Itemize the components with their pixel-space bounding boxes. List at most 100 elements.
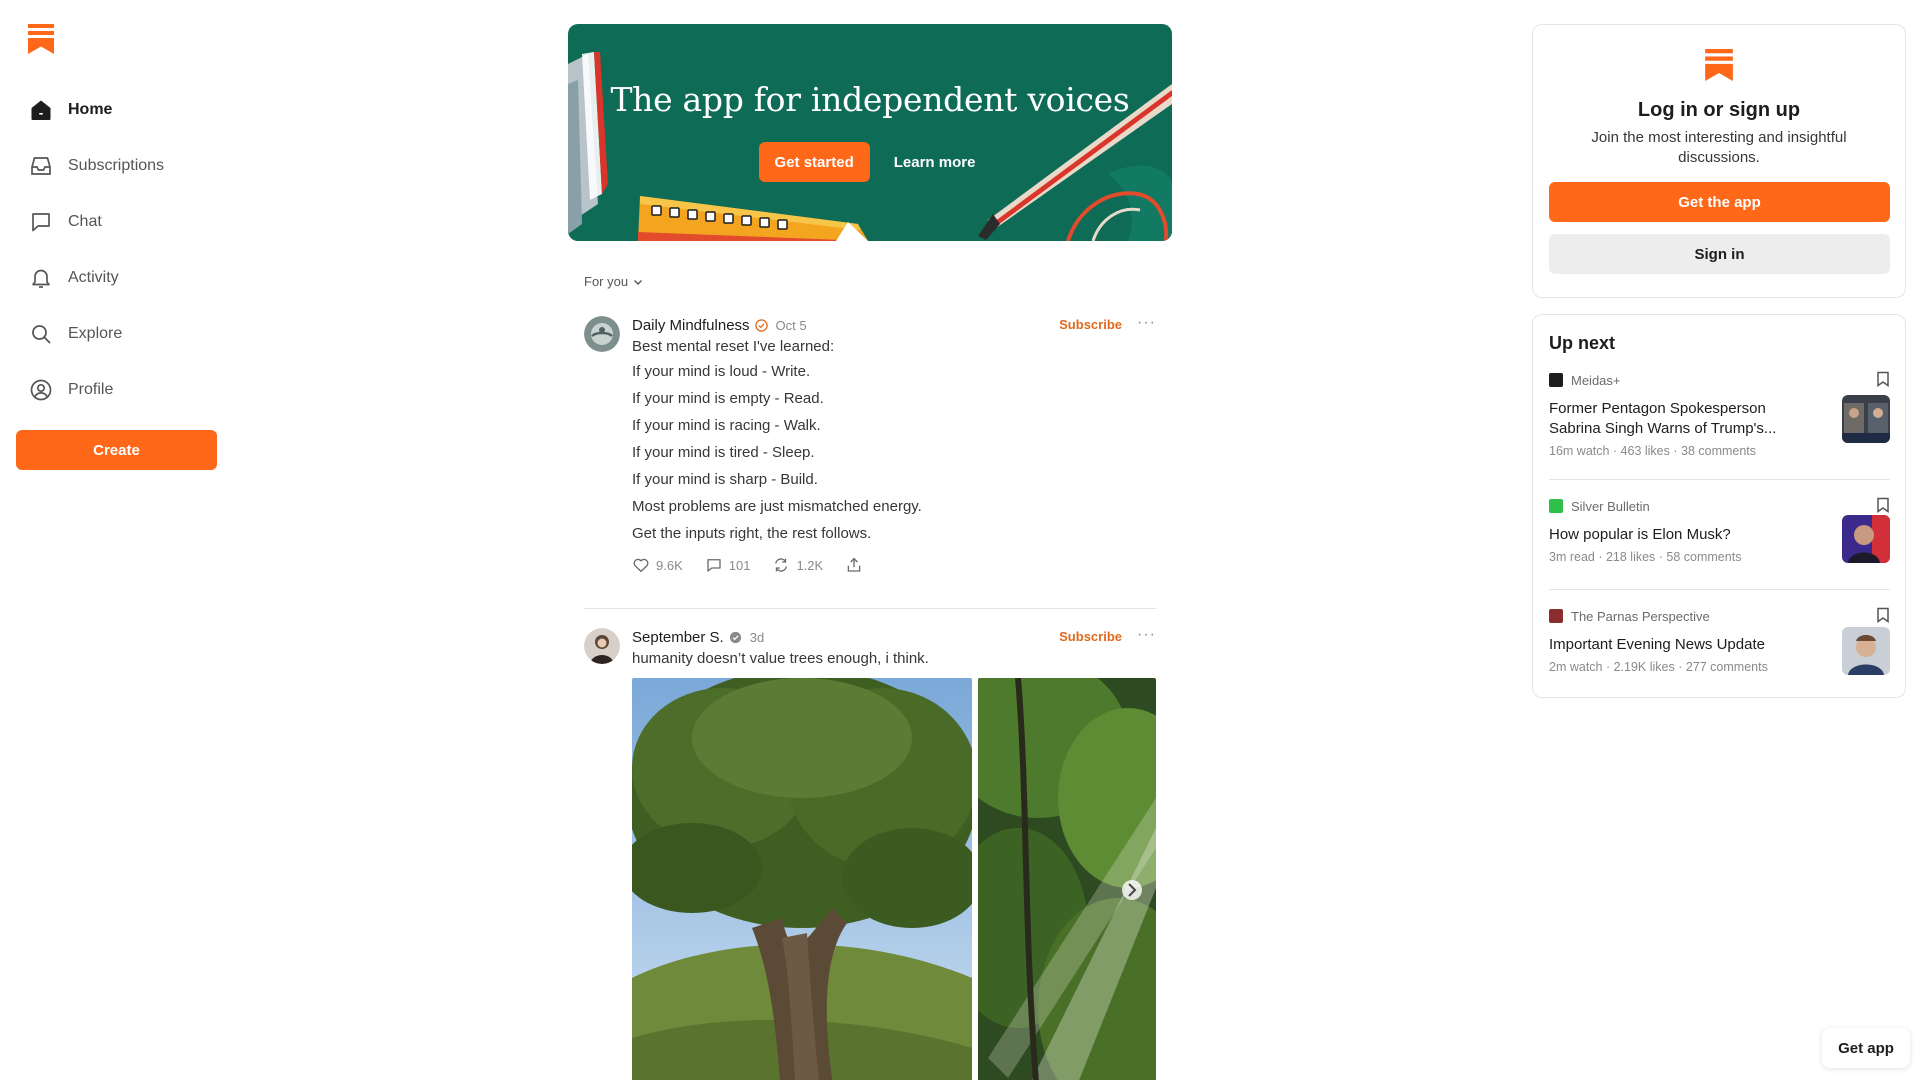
restack-button[interactable]: 1.2K bbox=[772, 556, 823, 574]
bell-icon bbox=[28, 265, 54, 291]
post-text-line: If your mind is loud - Write. bbox=[632, 363, 811, 380]
nav-profile[interactable]: Profile bbox=[16, 362, 216, 418]
publication[interactable]: Meidas+ bbox=[1549, 371, 1890, 389]
nav-activity[interactable]: Activity bbox=[16, 250, 216, 306]
post-text-line: If your mind is empty - Read. bbox=[632, 390, 824, 407]
verified-badge-icon bbox=[729, 631, 742, 644]
silver-bulletin-logo-icon bbox=[1549, 499, 1563, 513]
post-text-line: If your mind is tired - Sleep. bbox=[632, 444, 815, 461]
comment-button[interactable]: 101 bbox=[705, 556, 751, 574]
nav-chat-label: Chat bbox=[68, 213, 102, 230]
promo-banner: The app for independent voices Get start… bbox=[568, 24, 1172, 241]
post-date: 3d bbox=[749, 629, 765, 645]
create-button[interactable]: Create bbox=[16, 430, 217, 470]
nav-home-label: Home bbox=[68, 101, 113, 118]
inbox-icon bbox=[28, 153, 54, 179]
nav-explore[interactable]: Explore bbox=[16, 306, 216, 362]
up-next-item-meta: 2m watch · 2.19K likes · 277 comments bbox=[1549, 660, 1768, 674]
up-next-item[interactable]: The Parnas Perspective Important Evening… bbox=[1549, 607, 1890, 675]
left-sidebar: Home Subscriptions Chat Activity Explore bbox=[0, 0, 232, 1080]
login-card: Log in or sign up Join the most interest… bbox=[1532, 24, 1906, 298]
post-body: Daily Mindfulness Oct 5 Subscribe ··· Be… bbox=[632, 314, 1156, 577]
nav-chat[interactable]: Chat bbox=[16, 194, 216, 250]
up-next-divider bbox=[1549, 589, 1890, 590]
up-next-item-title: Important Evening News Update bbox=[1549, 636, 1765, 653]
nav-home[interactable]: Home bbox=[16, 82, 216, 138]
learn-more-button[interactable]: Learn more bbox=[884, 142, 986, 182]
up-next-item-title: Former Pentagon Spokesperson Sabrina Sin… bbox=[1549, 400, 1777, 437]
nav-activity-label: Activity bbox=[68, 269, 119, 286]
bookmark-icon[interactable] bbox=[1876, 371, 1890, 392]
post-text-line: If your mind is racing - Walk. bbox=[632, 417, 821, 434]
up-next-title: Up next bbox=[1549, 333, 1616, 353]
post-actions: 9.6K 101 1.2K bbox=[632, 553, 1156, 577]
bookmark-icon[interactable] bbox=[1876, 607, 1890, 628]
nav-subscriptions[interactable]: Subscriptions bbox=[16, 138, 216, 194]
more-options-icon[interactable]: ··· bbox=[1137, 626, 1156, 644]
banner-actions: Get started Learn more bbox=[568, 142, 1172, 182]
author-avatar[interactable] bbox=[584, 316, 620, 352]
post-text-line: Most problems are just mismatched energy… bbox=[632, 498, 922, 515]
like-count: 9.6K bbox=[656, 557, 683, 573]
publication[interactable]: Silver Bulletin bbox=[1549, 497, 1890, 515]
meidas-logo-icon bbox=[1549, 373, 1563, 387]
up-next-item-meta: 3m read · 218 likes · 58 comments bbox=[1549, 550, 1742, 564]
up-next-item-meta: 16m watch · 463 likes · 38 comments bbox=[1549, 444, 1757, 458]
comment-icon bbox=[707, 559, 721, 572]
nav-profile-label: Profile bbox=[68, 381, 114, 398]
feed-filter-label: For you bbox=[584, 274, 629, 289]
get-started-button[interactable]: Get started bbox=[758, 142, 870, 182]
post-date: Oct 5 bbox=[775, 317, 807, 333]
get-app-floating-button[interactable]: Get app bbox=[1822, 1028, 1910, 1068]
feed-filter-dropdown[interactable]: For you bbox=[584, 274, 644, 289]
main-feed: The app for independent voices Get start… bbox=[568, 24, 1172, 1080]
up-next-item[interactable]: Silver Bulletin How popular is Elon Musk… bbox=[1549, 497, 1890, 564]
verified-badge-icon bbox=[754, 318, 768, 332]
up-next-item[interactable]: Meidas+ Former Pentagon Spokesperson Sab… bbox=[1549, 371, 1890, 458]
chevron-down-icon bbox=[634, 279, 643, 285]
get-the-app-button[interactable]: Get the app bbox=[1549, 182, 1890, 222]
home-icon bbox=[28, 97, 54, 123]
main-nav: Home Subscriptions Chat Activity Explore bbox=[16, 82, 216, 418]
search-icon bbox=[28, 321, 54, 347]
post-text-line: If your mind is sharp - Build. bbox=[632, 471, 818, 488]
subscribe-button[interactable]: Subscribe bbox=[1059, 629, 1122, 644]
login-subtitle: Join the most interesting and insightful… bbox=[1591, 129, 1847, 166]
up-next-card: Up next Meidas+ Former Pentagon Spokespe… bbox=[1532, 314, 1906, 698]
sign-in-button[interactable]: Sign in bbox=[1549, 234, 1890, 274]
share-button[interactable] bbox=[845, 556, 863, 574]
banner-illustration bbox=[568, 52, 1172, 241]
author-name[interactable]: September S. bbox=[632, 629, 724, 646]
up-next-thumbnail bbox=[1842, 627, 1890, 675]
subscribe-button[interactable]: Subscribe bbox=[1059, 317, 1122, 332]
restack-count: 1.2K bbox=[796, 557, 824, 573]
author-avatar[interactable] bbox=[584, 628, 620, 664]
share-icon bbox=[847, 557, 861, 572]
post-photo-gallery[interactable] bbox=[632, 678, 1156, 1080]
banner-title: The app for independent voices bbox=[610, 80, 1130, 119]
right-sidebar: Log in or sign up Join the most interest… bbox=[1532, 24, 1906, 698]
profile-icon bbox=[28, 377, 54, 403]
login-title: Log in or sign up bbox=[1637, 99, 1801, 121]
substack-logo-icon[interactable] bbox=[28, 24, 54, 54]
post-text-line: Best mental reset I've learned: bbox=[632, 338, 835, 355]
like-button[interactable]: 9.6K bbox=[632, 556, 683, 574]
post-photo-forest[interactable] bbox=[978, 678, 1156, 1080]
parnas-perspective-logo-icon bbox=[1549, 609, 1563, 623]
author-name[interactable]: Daily Mindfulness bbox=[632, 317, 750, 334]
post-text-line: Get the inputs right, the rest follows. bbox=[632, 525, 872, 542]
comment-count: 101 bbox=[728, 557, 751, 573]
post-body: September S. 3d Subscribe ··· humanity d… bbox=[632, 626, 1156, 670]
publication[interactable]: The Parnas Perspective bbox=[1549, 607, 1890, 625]
more-options-icon[interactable]: ··· bbox=[1137, 314, 1156, 332]
chat-icon bbox=[28, 209, 54, 235]
up-next-divider bbox=[1549, 479, 1890, 480]
nav-explore-label: Explore bbox=[68, 325, 123, 342]
publication-name: Meidas+ bbox=[1571, 372, 1621, 388]
publication-name: Silver Bulletin bbox=[1571, 498, 1650, 514]
post-photo-tree[interactable] bbox=[632, 678, 972, 1080]
restack-icon bbox=[775, 558, 788, 572]
next-photo-icon bbox=[1122, 880, 1142, 900]
post-text: humanity doesn’t value trees enough, i t… bbox=[632, 650, 929, 667]
nav-subscriptions-label: Subscriptions bbox=[68, 157, 165, 174]
